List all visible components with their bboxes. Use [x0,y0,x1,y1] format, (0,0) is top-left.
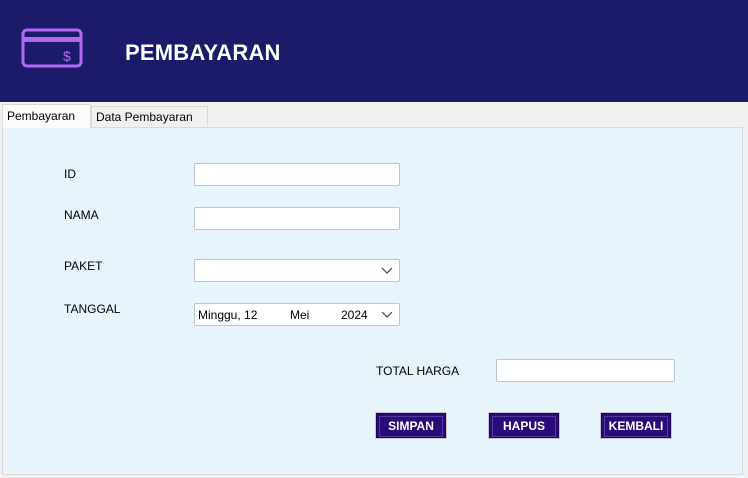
tanggal-year[interactable]: 2024 [341,308,368,322]
kembali-button[interactable]: KEMBALI [600,412,672,439]
id-field[interactable] [194,163,400,186]
hapus-button-label: HAPUS [492,416,556,437]
form-panel: ID NAMA PAKET TANGGAL Minggu, 12 Mei 202… [2,127,743,475]
payment-card-dollar-icon: $ [21,28,83,68]
hapus-button[interactable]: HAPUS [488,412,560,439]
total-harga-field[interactable] [496,359,675,382]
tab-data-pembayaran[interactable]: Data Pembayaran [91,106,208,126]
app-header: $ PEMBAYARAN [0,0,748,102]
tanggal-datepicker[interactable]: Minggu, 12 Mei 2024 [194,303,400,326]
logo-dollar-sign: $ [63,48,71,64]
paket-combobox[interactable] [194,259,400,282]
kembali-button-label: KEMBALI [604,416,668,437]
tab-pembayaran[interactable]: Pembayaran [2,104,91,128]
tanggal-label: TANGGAL [64,302,121,316]
paket-label: PAKET [64,259,103,273]
tanggal-month[interactable]: Mei [290,308,309,322]
simpan-button[interactable]: SIMPAN [375,412,447,439]
tanggal-day[interactable]: Minggu, 12 [198,308,257,322]
chevron-down-icon[interactable] [381,263,393,277]
nama-field[interactable] [194,207,400,230]
total-harga-label: TOTAL HARGA [376,364,460,378]
page-title: PEMBAYARAN [125,40,281,65]
chevron-down-icon[interactable] [381,307,393,321]
simpan-button-label: SIMPAN [379,416,443,437]
nama-label: NAMA [64,208,99,222]
tab-bar: Pembayaran Data Pembayaran [0,102,748,128]
id-label: ID [64,167,76,181]
